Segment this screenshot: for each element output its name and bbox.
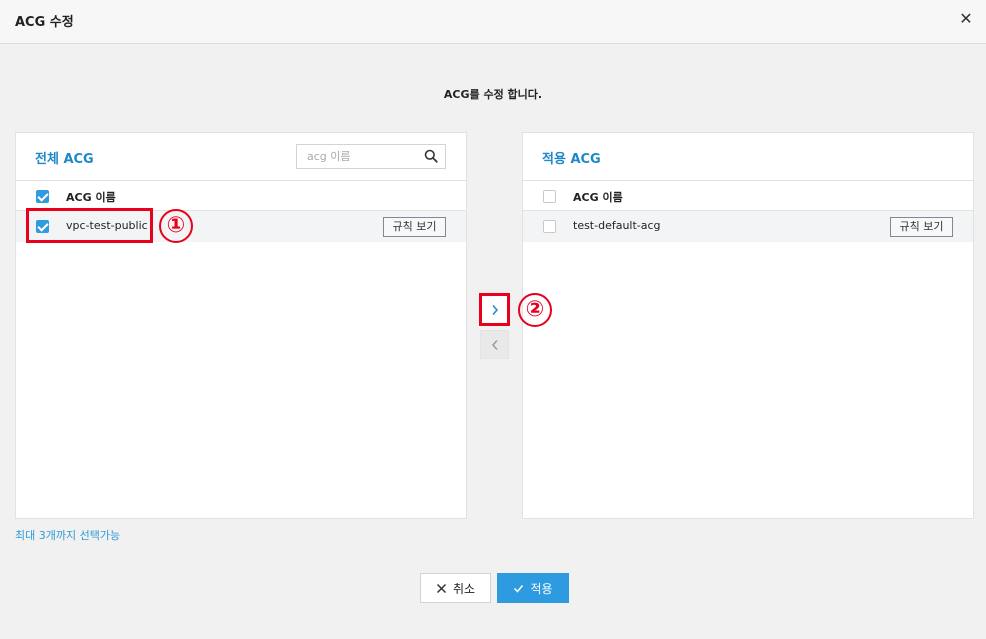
column-header-acg-name: ACG 이름 [573,191,623,204]
applied-acg-panel: 적용 ACG ACG 이름 test-default-acg 규칙 보기 [522,132,974,519]
dialog-description: ACG를 수정 합니다. [443,88,543,101]
all-acg-table-header: ACG 이름 [16,180,466,211]
view-rules-button[interactable]: 규칙 보기 [383,217,446,237]
row-checkbox[interactable] [543,220,556,233]
step-marker-2: ② [518,293,552,327]
selection-limit-note: 최대 3개까지 선택가능 [15,529,121,542]
check-icon [514,584,524,593]
step-marker-1: ① [159,209,193,243]
highlight-box-step-1 [26,208,153,243]
select-all-checkbox[interactable] [543,190,556,203]
apply-label: 적용 [530,581,553,596]
move-left-button[interactable] [480,330,509,359]
chevron-right-icon [491,304,498,315]
view-rules-button[interactable]: 규칙 보기 [890,217,953,237]
acg-search-box [296,144,446,169]
acg-edit-dialog: ACG 수정 ✕ ACG를 수정 합니다. 전체 ACG ACG 이름 vpc-… [0,0,986,639]
acg-search-input[interactable] [297,145,419,168]
cancel-label: 취소 [452,581,476,596]
search-icon[interactable] [424,149,438,163]
applied-acg-title: 적용 ACG [542,152,601,167]
column-header-acg-name: ACG 이름 [66,191,116,204]
chevron-left-icon [491,339,498,350]
close-icon[interactable]: ✕ [958,9,974,29]
select-all-checkbox[interactable] [36,190,49,203]
all-acg-title: 전체 ACG [35,152,94,167]
all-acg-panel: 전체 ACG ACG 이름 vpc-test-public 규칙 보기 [15,132,467,519]
acg-name: test-default-acg [573,219,661,232]
apply-button[interactable]: 적용 [497,573,569,603]
move-right-button[interactable] [479,293,510,326]
x-icon [436,583,446,593]
dialog-title: ACG 수정 [15,15,74,30]
applied-acg-table-header: ACG 이름 [523,180,973,211]
dialog-header: ACG 수정 ✕ [0,0,986,44]
table-row[interactable]: test-default-acg 규칙 보기 [523,211,973,242]
cancel-button[interactable]: 취소 [420,573,491,603]
